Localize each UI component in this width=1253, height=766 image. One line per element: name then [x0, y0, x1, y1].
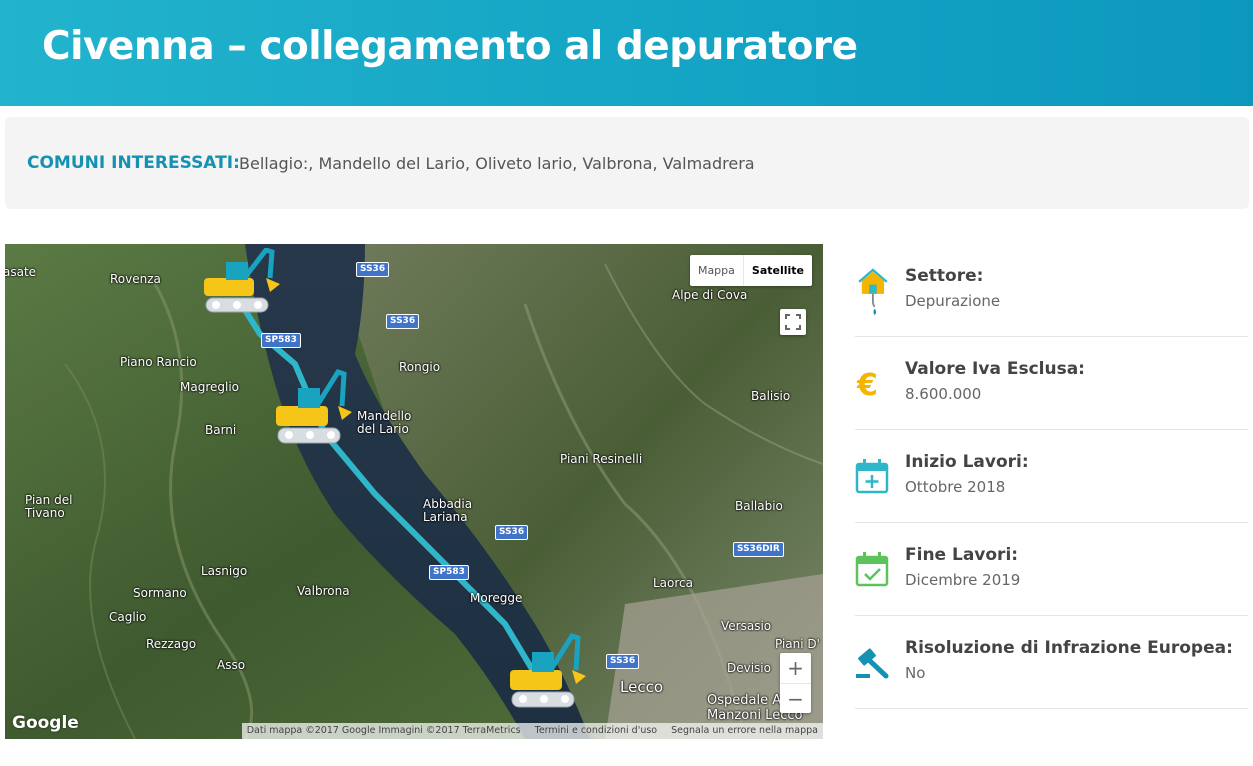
map-place: Barni	[205, 423, 237, 437]
info-value: Dicembre 2019	[905, 571, 1021, 589]
map-place: Sormano	[133, 586, 187, 600]
map-place: Moregge	[470, 591, 523, 605]
info-item-valore: € Valore Iva Esclusa: 8.600.000	[855, 337, 1248, 430]
info-value: No	[905, 664, 926, 682]
info-title: Inizio Lavori:	[905, 452, 1029, 472]
map-place: Asso	[217, 658, 246, 672]
map-place: Lasnigo	[201, 564, 248, 578]
zoom-out-button[interactable]: −	[780, 683, 811, 713]
info-title: Settore:	[905, 266, 984, 286]
map-place: Rongio	[399, 360, 441, 374]
map-place: Rovenza	[110, 272, 161, 286]
info-title: Risoluzione di Infrazione Europea:	[905, 638, 1233, 658]
road-shield: SS36	[356, 262, 390, 277]
gavel-icon	[856, 648, 889, 679]
map-attribution: Dati mappa ©2017 Google Immagini ©2017 T…	[241, 723, 823, 739]
map-place: Rezzago	[146, 637, 197, 651]
info-item-settore: Settore: Depurazione	[855, 244, 1248, 337]
info-item-infrazione: Risoluzione di Infrazione Europea: No	[855, 616, 1248, 709]
map-place: Mandello del Lario	[357, 409, 412, 436]
map-place: Abbadia Lariana	[423, 497, 473, 524]
map-place: Ballabio	[735, 499, 783, 513]
page-title: Civenna – collegamento al depuratore	[42, 24, 858, 69]
map-place: Devisio	[727, 661, 771, 675]
attribution-data: Dati mappa ©2017 Google Immagini ©2017 T…	[246, 725, 521, 736]
report-error-link[interactable]: Segnala un errore nella mappa	[671, 723, 818, 739]
svg-text:€: €	[856, 368, 878, 403]
info-item-fine: Fine Lavori: Dicembre 2019	[855, 523, 1248, 616]
map-place: Versasio	[721, 619, 772, 633]
map-place: Magreglio	[180, 380, 240, 394]
map-place: Laorca	[653, 576, 694, 590]
road-shield: SP583	[261, 333, 301, 348]
map-place: Lecco	[620, 678, 663, 696]
map-place: Piani Resinelli	[560, 452, 643, 466]
map-place: Balisio	[751, 389, 791, 403]
map-place: asate	[5, 265, 37, 279]
map-place: Piano Rancio	[120, 355, 197, 369]
page-header: Civenna – collegamento al depuratore	[0, 0, 1253, 106]
google-logo: Google	[12, 713, 79, 733]
terms-link[interactable]: Termini e condizioni d'uso	[535, 723, 657, 739]
road-shield: SS36DIR	[733, 542, 784, 557]
map-type-mappa-button[interactable]: Mappa	[690, 255, 743, 286]
road-shield: SS36	[386, 314, 420, 329]
map-type-control: Mappa Satellite	[689, 255, 812, 286]
info-value: Depurazione	[905, 292, 1001, 310]
info-value: Ottobre 2018	[905, 478, 1006, 496]
road-shield: SP583	[429, 565, 469, 580]
map-place: Alpe di Cova	[672, 288, 748, 302]
excavator-marker-icon[interactable]	[274, 368, 356, 448]
road-shield: SS36	[495, 525, 529, 540]
map-type-satellite-button[interactable]: Satellite	[742, 255, 812, 286]
calendar-plus-icon	[855, 459, 889, 494]
comuni-box: COMUNI INTERESSATI: Bellagio:, Mandello …	[5, 117, 1249, 209]
map-place: Pian del Tivano	[25, 493, 73, 520]
euro-icon: €	[856, 368, 878, 403]
excavator-marker-icon[interactable]	[508, 632, 590, 712]
map-place: Piani D'	[775, 637, 820, 651]
fullscreen-button[interactable]	[780, 309, 806, 335]
calendar-check-icon	[855, 552, 889, 587]
info-item-inizio: Inizio Lavori: Ottobre 2018	[855, 430, 1248, 523]
comuni-label: COMUNI INTERESSATI:	[27, 153, 240, 173]
map-place: Valbrona	[297, 584, 350, 598]
map-place: Caglio	[109, 610, 147, 624]
comuni-value: Bellagio:, Mandello del Lario, Oliveto l…	[239, 154, 755, 173]
info-title: Fine Lavori:	[905, 545, 1019, 565]
excavator-marker-icon[interactable]	[200, 248, 282, 314]
info-title: Valore Iva Esclusa:	[905, 359, 1085, 379]
fullscreen-icon	[785, 314, 801, 330]
zoom-in-button[interactable]: +	[780, 653, 811, 683]
zoom-control: + −	[780, 653, 811, 713]
house-water-icon	[858, 268, 888, 316]
info-value: 8.600.000	[905, 385, 982, 403]
road-shield: SS36	[606, 654, 640, 669]
map[interactable]: asate Rovenza Piano Rancio Magreglio Bar…	[5, 244, 823, 739]
